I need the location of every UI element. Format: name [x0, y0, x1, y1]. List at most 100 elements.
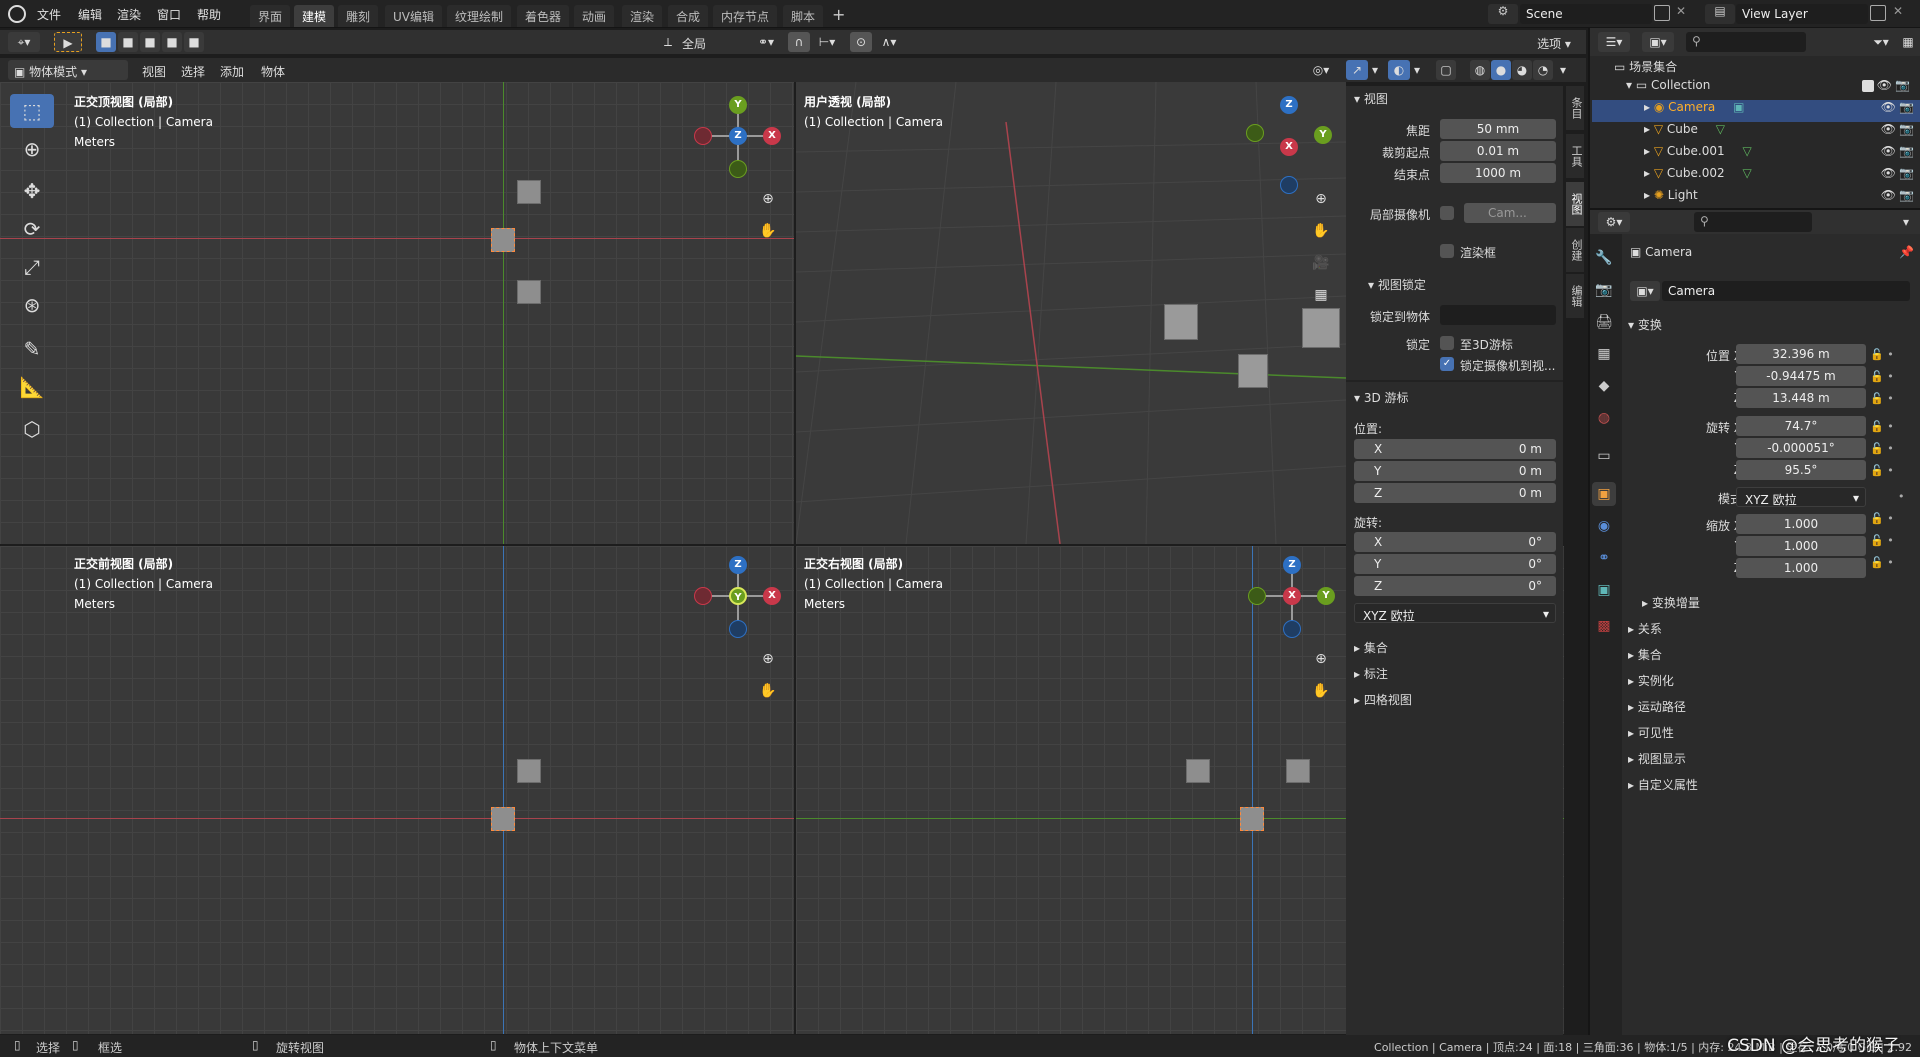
select-mode-intersect-icon[interactable]: ■	[184, 32, 204, 52]
scene-properties-icon[interactable]: ◆	[1592, 374, 1616, 398]
tab-uv-editing[interactable]: UV编辑	[385, 5, 442, 27]
shading-dropdown-icon[interactable]: ▾	[1556, 60, 1570, 80]
lock-3d-cursor-checkbox[interactable]	[1440, 336, 1454, 350]
collection-properties-icon[interactable]: ▭	[1592, 444, 1616, 468]
viewport-display-section[interactable]: ▸ 视图显示	[1628, 750, 1686, 767]
lock-camera-to-view-checkbox[interactable]: ✓	[1440, 357, 1454, 371]
filter-view-icon[interactable]: ▣▾	[1642, 32, 1674, 52]
constraint-properties-icon[interactable]: ⚭	[1592, 546, 1616, 570]
collections-section[interactable]: ▸ 集合	[1354, 639, 1388, 656]
view-layer-field[interactable]: View Layer	[1736, 4, 1868, 24]
outliner-scene-collection[interactable]: ▭ 场景集合	[1614, 58, 1814, 80]
transform-section-header[interactable]: ▾ 变换	[1628, 316, 1662, 333]
tab-geometry-nodes[interactable]: 内存节点	[713, 5, 778, 27]
close-icon[interactable]: ✕	[1893, 4, 1903, 18]
perspective-toggle-icon[interactable]: ▦	[1308, 282, 1334, 308]
quad-view-section[interactable]: ▸ 四格视图	[1354, 691, 1412, 708]
eye-icon[interactable]: 👁	[1881, 144, 1896, 158]
tab-texture-paint[interactable]: 纹理绘制	[447, 5, 512, 27]
orientation-dropdown[interactable]: 全局	[682, 32, 742, 52]
neg-x-axis-gizmo[interactable]	[694, 587, 712, 605]
select-box-icon[interactable]: ⬚	[10, 94, 54, 128]
tab-scripting[interactable]: 脚本	[783, 5, 824, 27]
view-layer-icon[interactable]: ▤	[1705, 4, 1735, 24]
proportional-edit-icon[interactable]: ⊙	[850, 32, 872, 52]
cursor-rotation-z[interactable]: Z 0°	[1354, 576, 1556, 596]
lock-icon[interactable]: 🔓 •	[1870, 460, 1910, 482]
collections-section[interactable]: ▸ 集合	[1628, 646, 1662, 663]
scene-icon[interactable]: ⚙	[1488, 4, 1518, 24]
cursor-section-header[interactable]: ▾ 3D 游标	[1354, 389, 1409, 406]
x-axis-gizmo[interactable]: X	[763, 587, 781, 605]
camera-object[interactable]	[1238, 354, 1268, 388]
location-y-field[interactable]: -0.94475 m	[1736, 366, 1866, 386]
cube-object[interactable]	[1302, 308, 1340, 348]
outliner-item-camera[interactable]: ▸ ◉ Camera ▣ 👁 📷	[1592, 100, 1920, 122]
cube-object[interactable]	[517, 280, 541, 304]
display-mode-icon[interactable]: ☰▾	[1598, 32, 1630, 52]
y-axis-gizmo[interactable]: Y	[729, 96, 747, 114]
rotation-mode-dropdown[interactable]: XYZ 欧拉 ▾	[1736, 487, 1866, 507]
object-properties-icon[interactable]: ▣	[1592, 482, 1616, 506]
rotation-z-field[interactable]: 95.5°	[1736, 460, 1866, 480]
visibility-icon[interactable]: ◎▾	[1306, 60, 1336, 80]
lock-icon[interactable]: 🔓 •	[1870, 438, 1910, 460]
tab-rendering[interactable]: 渲染	[622, 5, 663, 27]
outliner-item-cube-001[interactable]: ▸ ▽ Cube.001 ▽ 👁 📷	[1592, 144, 1920, 166]
blender-logo-icon[interactable]	[8, 5, 26, 23]
rendered-shading-icon[interactable]: ◔	[1533, 60, 1553, 80]
filter-icon[interactable]: ⏷▾	[1866, 32, 1896, 52]
scale-icon[interactable]: ⤢	[10, 250, 54, 284]
local-camera-field[interactable]: Cam...	[1464, 203, 1556, 223]
delta-transform-section[interactable]: ▸ 变换增量	[1642, 594, 1700, 611]
location-x-field[interactable]: 32.396 m	[1736, 344, 1866, 364]
zoom-icon[interactable]: ⊕	[755, 646, 781, 672]
cube-object[interactable]	[517, 759, 541, 783]
camera-object[interactable]	[491, 228, 515, 252]
focal-length-field[interactable]: 50 mm	[1440, 119, 1556, 139]
select-tool-icon[interactable]: ▶	[54, 32, 82, 52]
zoom-icon[interactable]: ⊕	[755, 186, 781, 212]
eye-icon[interactable]: 👁	[1881, 122, 1896, 136]
neg-z-axis-gizmo[interactable]	[729, 620, 747, 638]
instancing-section[interactable]: ▸ 实例化	[1628, 672, 1674, 689]
y-axis-gizmo[interactable]: Y	[729, 587, 747, 605]
relations-section[interactable]: ▸ 关系	[1628, 620, 1662, 637]
outliner-item-cube[interactable]: ▸ ▽ Cube ▽ 👁 📷	[1592, 122, 1920, 144]
render-region-checkbox[interactable]	[1440, 244, 1454, 258]
neg-x-axis-gizmo[interactable]	[694, 127, 712, 145]
cube-object[interactable]	[1164, 304, 1198, 340]
pan-hand-icon[interactable]: ✋	[755, 218, 781, 244]
y-axis-gizmo[interactable]: Y	[1314, 126, 1332, 144]
camera-object[interactable]	[1240, 807, 1264, 831]
scale-y-field[interactable]: 1.000	[1736, 536, 1866, 556]
motion-paths-section[interactable]: ▸ 运动路径	[1628, 698, 1686, 715]
object-type-icon[interactable]: ▣▾	[1630, 281, 1660, 301]
editor-type-icon[interactable]: ⚙▾	[1598, 212, 1630, 232]
annotate-icon[interactable]: ✎	[10, 332, 54, 366]
navigation-gizmo[interactable]: Z Y X	[690, 556, 786, 652]
menu-window[interactable]: 窗口	[157, 6, 181, 23]
tool-properties-icon[interactable]: 🔧	[1592, 246, 1616, 270]
camera-view-icon[interactable]: 🎥	[1308, 250, 1334, 276]
menu-object[interactable]: 物体	[257, 60, 289, 80]
tab-tool[interactable]: 工具	[1566, 134, 1584, 178]
cube-object[interactable]	[1286, 759, 1310, 783]
tab-layout[interactable]: 界面	[250, 5, 291, 27]
lock-icon[interactable]: 🔓 •	[1870, 552, 1910, 574]
eye-icon[interactable]: 👁	[1881, 100, 1896, 114]
pan-hand-icon[interactable]: ✋	[1308, 218, 1334, 244]
zoom-icon[interactable]: ⊕	[1308, 646, 1334, 672]
wireframe-shading-icon[interactable]: ◍	[1470, 60, 1490, 80]
neg-y-axis-gizmo[interactable]	[729, 160, 747, 178]
transform-pivot-icon[interactable]: ⌖▾	[8, 32, 40, 52]
camera-render-icon[interactable]: 📷	[1899, 144, 1914, 158]
location-z-field[interactable]: 13.448 m	[1736, 388, 1866, 408]
new-scene-icon[interactable]	[1654, 5, 1670, 21]
camera-render-icon[interactable]: 📷	[1899, 100, 1914, 114]
camera-render-icon[interactable]: 📷	[1899, 122, 1914, 136]
overlay-toggle-icon[interactable]: ◐	[1388, 60, 1410, 80]
object-name-field[interactable]: Camera	[1662, 281, 1910, 301]
solid-shading-icon[interactable]: ●	[1491, 60, 1511, 80]
cursor-rotation-x[interactable]: X 0°	[1354, 532, 1556, 552]
